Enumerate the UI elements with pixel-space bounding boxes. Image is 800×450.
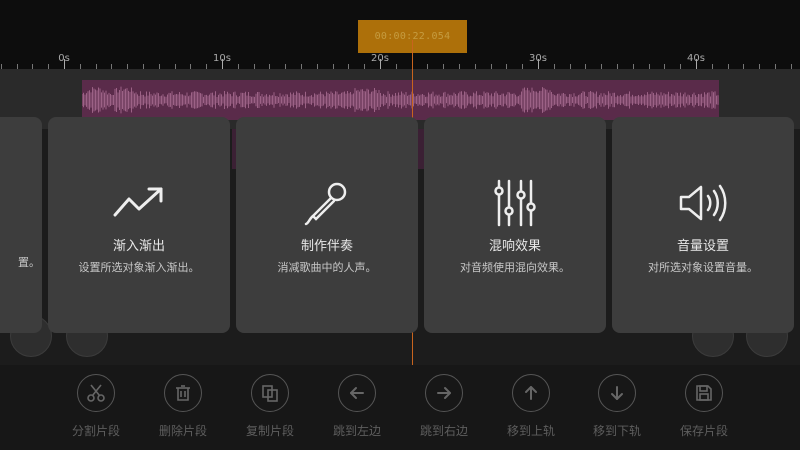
card-desc: 对所选对象设置音量。: [648, 261, 758, 274]
trash-icon: [164, 374, 202, 412]
speaker-volume-icon: [673, 179, 733, 227]
copy-icon: [251, 374, 289, 412]
tool-label: 跳到左边: [332, 424, 381, 438]
card-title: 混响效果: [488, 239, 541, 254]
arrow-left-icon: [338, 374, 376, 412]
tool-label: 复制片段: [245, 424, 294, 438]
tool-label: 删除片段: [158, 424, 207, 438]
tool-label: 跳到右边: [419, 424, 468, 438]
jump-right-button[interactable]: 跳到右边: [404, 374, 484, 439]
card-partial-desc: 置。: [18, 256, 40, 269]
ruler-tick: [64, 59, 65, 69]
scissors-icon: [77, 374, 115, 412]
move-up-track-button[interactable]: 移到上轨: [491, 374, 571, 439]
tool-label: 移到上轨: [506, 424, 555, 438]
card-reverb-effect[interactable]: 混响效果 对音频使用混向效果。: [424, 117, 606, 333]
copy-clip-button[interactable]: 复制片段: [230, 374, 310, 439]
ruler-tick: [538, 59, 539, 69]
fade-trend-icon: [109, 179, 169, 227]
card-desc: 对音频使用混向效果。: [460, 261, 570, 274]
card-title: 渐入渐出: [112, 239, 165, 254]
delete-clip-button[interactable]: 删除片段: [143, 374, 223, 439]
tool-label: 移到下轨: [592, 424, 641, 438]
save-disk-icon: [685, 374, 723, 412]
save-clip-button[interactable]: 保存片段: [664, 374, 744, 439]
tool-label: 分割片段: [71, 424, 120, 438]
time-ruler[interactable]: 0s 10s 20s 30s 40s: [0, 53, 800, 69]
arrow-up-icon: [512, 374, 550, 412]
ruler-tick: [222, 59, 223, 69]
equalizer-sliders-icon: [485, 179, 545, 227]
card-title: 制作伴奏: [300, 239, 353, 254]
ruler-tick: [696, 59, 697, 69]
effect-card-partial[interactable]: 置。: [0, 117, 42, 333]
split-clip-button[interactable]: 分割片段: [56, 374, 136, 439]
ruler-tick: [380, 59, 381, 69]
move-down-track-button[interactable]: 移到下轨: [577, 374, 657, 439]
card-volume-settings[interactable]: 音量设置 对所选对象设置音量。: [612, 117, 794, 333]
card-make-accompaniment[interactable]: 制作伴奏 消减歌曲中的人声。: [236, 117, 418, 333]
jump-left-button[interactable]: 跳到左边: [317, 374, 397, 439]
tool-label: 保存片段: [679, 424, 728, 438]
card-desc: 设置所选对象渐入渐出。: [78, 261, 200, 274]
waveform: [82, 86, 719, 114]
card-desc: 消减歌曲中的人声。: [277, 261, 377, 274]
card-title: 音量设置: [676, 239, 729, 254]
microphone-icon: [297, 179, 357, 227]
arrow-right-icon: [425, 374, 463, 412]
arrow-down-icon: [598, 374, 636, 412]
card-fade-in-out[interactable]: 渐入渐出 设置所选对象渐入渐出。: [48, 117, 230, 333]
